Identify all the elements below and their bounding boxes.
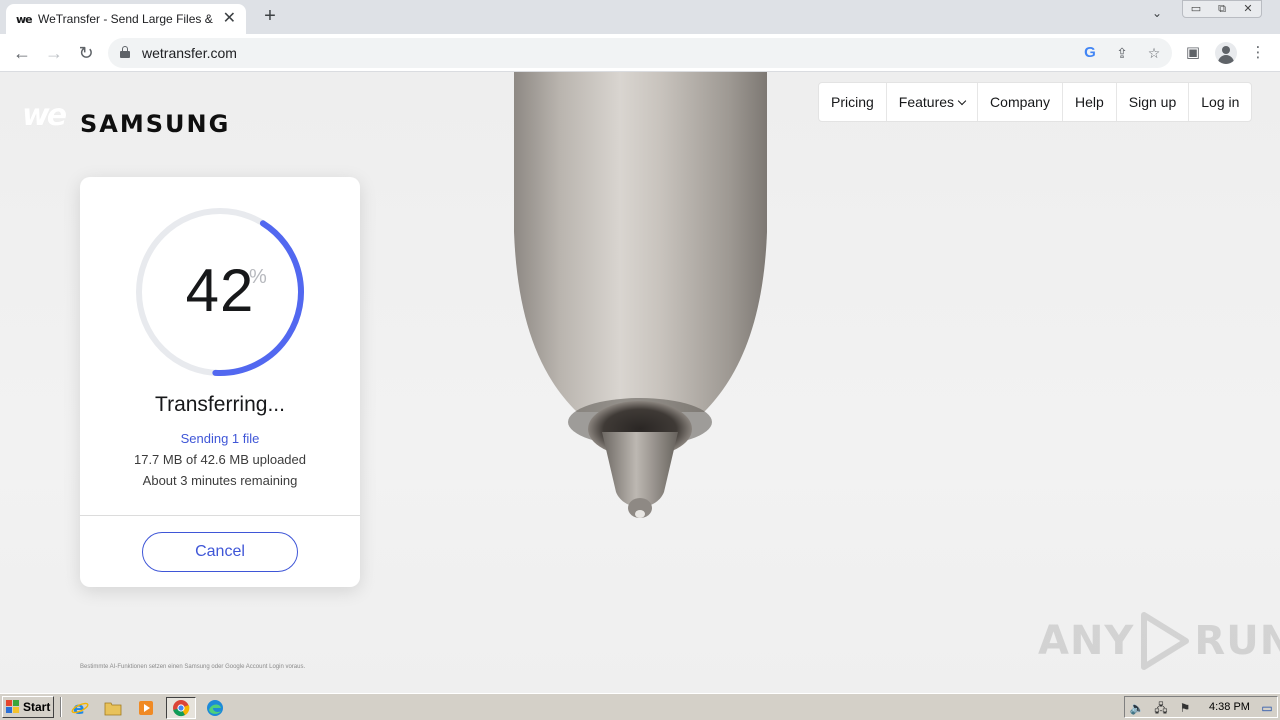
percent-sign: % [249, 266, 267, 288]
watermark-any: ANY [1038, 618, 1135, 664]
taskbar-separator [60, 697, 62, 717]
reload-icon[interactable]: ↻ [74, 41, 98, 65]
file-explorer-icon[interactable] [101, 697, 125, 719]
edge-icon[interactable] [203, 697, 227, 719]
browser-tab[interactable]: we WeTransfer - Send Large Files & Sha ✕ [6, 4, 246, 34]
tab-title: WeTransfer - Send Large Files & Sha [38, 12, 216, 26]
media-player-icon[interactable] [134, 697, 158, 719]
url-text[interactable]: wetransfer.com [142, 45, 237, 61]
page-content: we SAMSUNG Pricing Features Company Help… [0, 72, 1280, 693]
start-label: Start [23, 700, 51, 714]
nav-features[interactable]: Features [887, 83, 979, 121]
restore-icon[interactable]: ⧉ [1209, 1, 1235, 17]
back-icon[interactable]: ← [10, 41, 34, 65]
forward-icon[interactable]: → [42, 41, 66, 65]
volume-icon[interactable]: 🔈 [1129, 700, 1145, 716]
system-tray: 🔈 🖧 ⚑ 4:38 PM ▭ [1124, 696, 1278, 718]
window-close-icon[interactable]: ✕ [1235, 1, 1261, 17]
nav-features-label: Features [898, 94, 955, 110]
sending-files-link[interactable]: Sending 1 file [80, 431, 360, 446]
show-desktop-icon[interactable]: ▭ [1259, 700, 1275, 716]
chevron-down-icon [957, 96, 967, 106]
action-center-flag-icon[interactable]: ⚑ [1177, 700, 1193, 716]
anyrun-watermark: ANY RUN [1038, 608, 1280, 674]
share-icon[interactable]: ⇪ [1112, 43, 1132, 63]
bookmark-star-icon[interactable]: ☆ [1144, 43, 1164, 63]
top-navigation: Pricing Features Company Help Sign up Lo… [818, 82, 1253, 122]
minimize-icon[interactable]: ▭ [1183, 1, 1209, 17]
network-icon[interactable]: 🖧 [1153, 700, 1169, 716]
new-tab-icon[interactable]: + [258, 4, 282, 28]
windows-taskbar: Start e 🔈 🖧 ⚑ 4:38 PM ▭ [0, 693, 1280, 720]
chrome-taskbar-icon[interactable] [166, 697, 196, 719]
window-controls: ▭ ⧉ ✕ [1182, 0, 1262, 18]
tab-search-chevron-icon[interactable]: ⌄ [1152, 6, 1162, 20]
transfer-progress-card: 42 % Transferring... Sending 1 file 17.7… [80, 177, 360, 587]
samsung-logo: SAMSUNG [80, 110, 231, 138]
progress-percent-value: 42 [185, 257, 255, 324]
nav-help[interactable]: Help [1063, 83, 1117, 121]
ai-disclaimer-text: Bestimmte AI-Funktionen setzen einen Sam… [80, 664, 306, 670]
nav-pricing[interactable]: Pricing [819, 83, 887, 121]
google-translate-icon[interactable]: G [1080, 43, 1100, 63]
card-divider [80, 515, 360, 516]
play-icon [1141, 612, 1190, 670]
wetransfer-logo[interactable]: we [22, 98, 67, 133]
wetransfer-favicon-icon: we [16, 12, 33, 26]
side-panel-icon[interactable]: ▣ [1183, 43, 1203, 63]
windows-logo-icon [6, 700, 20, 714]
address-bar[interactable]: wetransfer.com G ⇪ ☆ [108, 38, 1172, 68]
nav-log-in[interactable]: Log in [1189, 83, 1251, 121]
cancel-button[interactable]: Cancel [142, 532, 298, 572]
browser-menu-icon[interactable]: ⋮ [1248, 43, 1268, 63]
start-button[interactable]: Start [2, 696, 54, 718]
nav-company[interactable]: Company [978, 83, 1063, 121]
browser-toolbar: ← → ↻ wetransfer.com G ⇪ ☆ ▣ ⋮ [0, 34, 1280, 72]
nav-sign-up[interactable]: Sign up [1117, 83, 1190, 121]
tab-close-icon[interactable]: ✕ [223, 11, 236, 27]
taskbar-clock[interactable]: 4:38 PM [1209, 701, 1250, 713]
internet-explorer-icon[interactable]: e [68, 697, 92, 719]
time-remaining-text: About 3 minutes remaining [142, 473, 298, 488]
s-pen-background-image [514, 72, 767, 518]
watermark-run: RUN [1194, 618, 1280, 664]
browser-tab-bar: we WeTransfer - Send Large Files & Sha ✕… [0, 0, 1280, 34]
uploaded-size-text: 17.7 MB of 42.6 MB uploaded [133, 452, 306, 467]
profile-avatar-icon[interactable] [1215, 42, 1237, 64]
lock-icon[interactable] [120, 46, 130, 58]
transfer-status-title: Transferring... [155, 393, 285, 416]
